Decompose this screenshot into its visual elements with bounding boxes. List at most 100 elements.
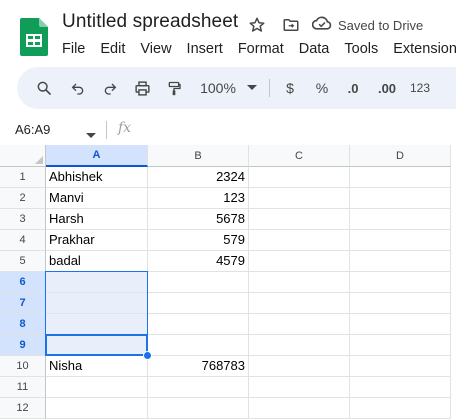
cell-c8[interactable] xyxy=(249,314,350,335)
document-title[interactable]: Untitled spreadsheet xyxy=(62,11,238,33)
row-header-9[interactable]: 9 xyxy=(0,335,46,356)
cell-d9[interactable] xyxy=(350,335,451,356)
fill-handle[interactable] xyxy=(143,351,152,360)
cell-a3[interactable]: Harsh xyxy=(46,209,148,230)
zoom-dropdown-icon[interactable] xyxy=(245,67,259,109)
undo-icon[interactable] xyxy=(67,67,89,109)
menu-format[interactable]: Format xyxy=(238,39,284,59)
cell-d10[interactable] xyxy=(350,356,451,377)
cell-b8[interactable] xyxy=(148,314,249,335)
paint-format-icon[interactable] xyxy=(163,67,185,109)
row-header-2[interactable]: 2 xyxy=(0,188,46,209)
cell-d4[interactable] xyxy=(350,230,451,251)
cloud-saved-icon[interactable] xyxy=(311,15,332,36)
cell-d6[interactable] xyxy=(350,272,451,293)
cell-a2[interactable]: Manvi xyxy=(46,188,148,209)
decrease-decimal-button[interactable]: .0 xyxy=(342,67,364,109)
row-header-5[interactable]: 5 xyxy=(0,251,46,272)
menu-tools[interactable]: Tools xyxy=(344,39,378,59)
cell-c6[interactable] xyxy=(249,272,350,293)
row-header-10[interactable]: 10 xyxy=(0,356,46,377)
cell-d2[interactable] xyxy=(350,188,451,209)
cell-c12[interactable] xyxy=(249,398,350,419)
row-header-6[interactable]: 6 xyxy=(0,272,46,293)
menu-insert[interactable]: Insert xyxy=(187,39,223,59)
cell-d11[interactable] xyxy=(350,377,451,398)
cell-c10[interactable] xyxy=(249,356,350,377)
cell-d1[interactable] xyxy=(350,167,451,188)
decrease-decimal-label: .0 xyxy=(347,80,359,96)
sheets-logo-icon[interactable] xyxy=(20,18,48,56)
cell-b12[interactable] xyxy=(148,398,249,419)
cell-c3[interactable] xyxy=(249,209,350,230)
cell-a12[interactable] xyxy=(46,398,148,419)
cell-b9[interactable] xyxy=(148,335,249,356)
cell-d3[interactable] xyxy=(350,209,451,230)
cell-b6[interactable] xyxy=(148,272,249,293)
select-all-corner[interactable] xyxy=(0,145,46,167)
cell-d7[interactable] xyxy=(350,293,451,314)
cell-c11[interactable] xyxy=(249,377,350,398)
cell-b2[interactable]: 123 xyxy=(148,188,249,209)
percent-format-button[interactable]: % xyxy=(311,67,333,109)
row-header-1[interactable]: 1 xyxy=(0,167,46,188)
cell-d12[interactable] xyxy=(350,398,451,419)
row-header-7[interactable]: 7 xyxy=(0,293,46,314)
star-icon[interactable] xyxy=(246,14,268,36)
cell-a4[interactable]: Prakhar xyxy=(46,230,148,251)
redo-icon[interactable] xyxy=(99,67,121,109)
number-format-button[interactable]: 123 xyxy=(407,67,433,109)
menu-file[interactable]: File xyxy=(62,39,85,59)
row-header-12[interactable]: 12 xyxy=(0,398,46,419)
increase-decimal-label: .00 xyxy=(377,80,397,96)
cell-c7[interactable] xyxy=(249,293,350,314)
cell-b3[interactable]: 5678 xyxy=(148,209,249,230)
row-header-3[interactable]: 3 xyxy=(0,209,46,230)
cell-a9[interactable] xyxy=(46,335,148,356)
cell-d8[interactable] xyxy=(350,314,451,335)
cell-b4[interactable]: 579 xyxy=(148,230,249,251)
cell-b7[interactable] xyxy=(148,293,249,314)
row-header-8[interactable]: 8 xyxy=(0,314,46,335)
column-header-c[interactable]: C xyxy=(249,145,350,167)
row-header-11[interactable]: 11 xyxy=(0,377,46,398)
menu-data[interactable]: Data xyxy=(299,39,330,59)
cell-a8[interactable] xyxy=(46,314,148,335)
row-header-4[interactable]: 4 xyxy=(0,230,46,251)
print-icon[interactable] xyxy=(131,67,153,109)
cell-d5[interactable] xyxy=(350,251,451,272)
zoom-value[interactable]: 100% xyxy=(197,67,239,109)
cell-a10[interactable]: Nisha xyxy=(46,356,148,377)
formula-divider xyxy=(106,121,107,139)
toolbar-divider xyxy=(269,79,270,97)
increase-decimal-button[interactable]: .00 xyxy=(373,67,401,109)
cell-a7[interactable] xyxy=(46,293,148,314)
cell-b11[interactable] xyxy=(148,377,249,398)
column-header-b[interactable]: B xyxy=(148,145,249,167)
save-status: Saved to Drive xyxy=(338,17,424,33)
name-box[interactable]: A6:A9 xyxy=(15,122,50,137)
currency-format-button[interactable]: $ xyxy=(281,67,299,109)
cell-c4[interactable] xyxy=(249,230,350,251)
cell-c2[interactable] xyxy=(249,188,350,209)
column-header-a[interactable]: A xyxy=(46,145,148,167)
menu-edit[interactable]: Edit xyxy=(100,39,125,59)
spreadsheet-grid: A B C D 1 Abhishek 2324 2 Manvi 123 3 Harsh 5678 4 Pra… xyxy=(0,145,456,419)
search-icon[interactable] xyxy=(33,67,55,109)
menu-extensions[interactable]: Extensions xyxy=(393,39,456,59)
menu-view[interactable]: View xyxy=(140,39,171,59)
cell-a1[interactable]: Abhishek xyxy=(46,167,148,188)
cell-c1[interactable] xyxy=(249,167,350,188)
name-box-dropdown-icon[interactable] xyxy=(86,126,96,144)
fx-icon: fx xyxy=(118,120,132,136)
cell-b5[interactable]: 4579 xyxy=(148,251,249,272)
cell-a5[interactable]: badal xyxy=(46,251,148,272)
cell-c5[interactable] xyxy=(249,251,350,272)
column-header-d[interactable]: D xyxy=(350,145,451,167)
cell-a11[interactable] xyxy=(46,377,148,398)
cell-a6[interactable] xyxy=(46,272,148,293)
cell-b1[interactable]: 2324 xyxy=(148,167,249,188)
cell-b10[interactable]: 768783 xyxy=(148,356,249,377)
cell-c9[interactable] xyxy=(249,335,350,356)
move-folder-icon[interactable] xyxy=(280,14,302,36)
